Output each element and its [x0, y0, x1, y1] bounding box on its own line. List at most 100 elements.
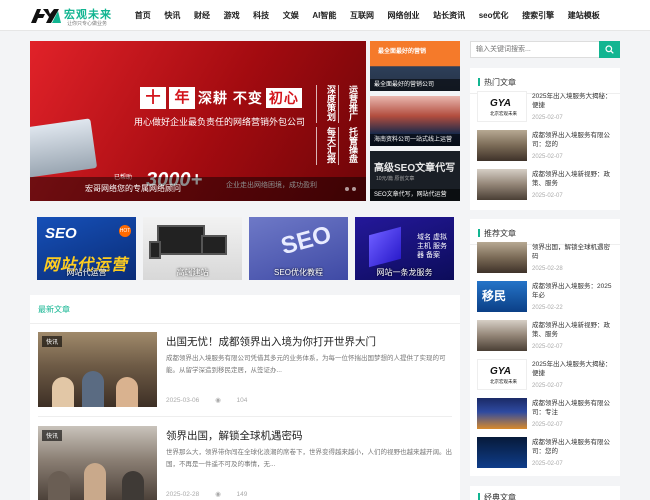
article-thumbnail[interactable] [477, 242, 527, 273]
divider [38, 416, 452, 417]
article-thumbnail[interactable] [477, 130, 527, 161]
article-date: 2025-02-22 [532, 305, 563, 311]
article-date: 2025-02-07 [532, 461, 563, 467]
nav-item-ai[interactable]: AI智能 [306, 0, 344, 31]
divider [30, 323, 460, 324]
thumb-logo-text: GYA [490, 366, 511, 377]
tile-caption: 最全面最好的营销公司 [370, 79, 460, 91]
article-thumbnail[interactable] [477, 320, 527, 351]
article-date: 2025-02-07 [532, 154, 563, 160]
nav-item-search-engine[interactable]: 搜索引擎 [515, 0, 561, 31]
article-thumbnail[interactable] [477, 437, 527, 468]
tablet-image [201, 235, 227, 255]
promo-caption: 网站代运营 [66, 268, 107, 277]
side-tile-marketing[interactable]: 最全面最好的营销 最全面最好的营销公司 [370, 41, 460, 91]
recommended-article-item[interactable]: 成都领界出入境服务有限公司：您的 2025-02-07 [477, 437, 617, 471]
tile-label: 最全面最好的营销 [378, 49, 427, 55]
thumb-logo-sub: 北京宏观未来 [490, 111, 517, 116]
article-title[interactable]: 2025年出入境服务大揭秘：便捷 [532, 92, 614, 110]
article-title[interactable]: 成都领界出入境新视野：政策、服务 [532, 170, 614, 188]
slide-services: 运营推广 托管操盘 深度策划 每天汇报 [316, 85, 360, 165]
hot-article-item[interactable]: 成都领界出入境新视野：政策、服务 2025-02-07 [477, 169, 617, 203]
article-thumbnail[interactable]: GYA 北京宏观未来 [477, 91, 527, 122]
article-thumbnail[interactable]: 移民 [477, 281, 527, 312]
article-title[interactable]: 成都领界出入境新视野：政策、服务 [532, 321, 614, 339]
article-title[interactable]: 成都领界出入境服务有限公司：您的 [532, 438, 614, 456]
nav-item-startup[interactable]: 网络创业 [381, 0, 427, 31]
hot-article-item[interactable]: 成都领界出入境服务有限公司：您的 2025-02-07 [477, 130, 617, 164]
person-figure [52, 377, 74, 407]
recommended-articles-panel: 推荐文章 领界出国，解锁全球机遇密码 2025-02-28 移民 成都领界出入境… [470, 219, 620, 476]
recommended-article-item[interactable]: 成都领界出入境服务有限公司：专注 2025-02-07 [477, 398, 617, 432]
nav-item-games[interactable]: 游戏 [217, 0, 247, 31]
article-thumbnail[interactable] [477, 398, 527, 429]
tile-caption: SEO文章代写，网站代运营 [370, 189, 460, 201]
article-title[interactable]: 领界出国，解锁全球机遇密码 [532, 243, 614, 261]
hot-badge: HOT [119, 225, 131, 237]
article-title[interactable]: 2025年出入境服务大揭秘：便捷 [532, 360, 614, 378]
hot-article-item[interactable]: GYA 北京宏观未来 2025年出入境服务大揭秘：便捷 2025-02-07 [477, 91, 617, 125]
slide-caption[interactable]: 宏哥网络您的专属网络顾问 [30, 177, 366, 201]
article-thumbnail[interactable]: 快讯 [38, 426, 157, 500]
thumb-logo-text: GYA [490, 98, 511, 109]
classic-articles-panel: 经典文章 [470, 486, 620, 500]
site-header: 宏观未来 让你只专心做业务 首页 快讯 财经 游戏 科技 文娱 AI智能 互联网… [0, 0, 650, 31]
article-date: 2025-02-07 [532, 422, 563, 428]
article-date: 2025-02-07 [532, 344, 563, 350]
article-item[interactable]: 快讯 领界出国，解锁全球机遇密码 世界那么大，领界带你闯在全球化浪潮的席卷下，世… [38, 426, 452, 500]
nav-item-news[interactable]: 快讯 [158, 0, 188, 31]
article-meta: 2025-02-28 ◉ 149 [166, 490, 247, 498]
search-button[interactable] [599, 41, 620, 58]
recommended-article-item[interactable]: 移民 成都领界出入境服务：2025年必 2025-02-22 [477, 281, 617, 315]
article-date: 2025-02-07 [532, 383, 563, 389]
slider-dot[interactable] [345, 187, 349, 191]
article-title[interactable]: 成都领界出入境服务有限公司：专注 [532, 399, 614, 417]
nav-item-entertainment[interactable]: 文娱 [276, 0, 306, 31]
promo-services-text: 域名 虚拟主机 服务器 备案 [417, 234, 447, 259]
article-date: 2025-02-07 [532, 193, 563, 199]
search-input[interactable] [471, 42, 599, 57]
article-title[interactable]: 领界出国，解锁全球机遇密码 [166, 428, 303, 443]
article-thumbnail[interactable] [477, 169, 527, 200]
person-figure [84, 463, 106, 500]
article-tag[interactable]: 快讯 [42, 336, 63, 347]
tile-caption: 海南资料公司一站式线上运营 [370, 134, 460, 146]
recommended-article-item[interactable]: 领界出国，解锁全球机遇密码 2025-02-28 [477, 242, 617, 276]
article-date: 2025-02-07 [532, 115, 563, 121]
article-title[interactable]: 成都领界出入境服务：2025年必 [532, 282, 614, 300]
nav-item-tech[interactable]: 科技 [246, 0, 276, 31]
promo-caption: 高端建站 [176, 268, 209, 277]
eye-icon: ◉ [215, 397, 221, 404]
article-thumbnail[interactable]: 快讯 [38, 332, 157, 407]
article-title[interactable]: 出国无忧！成都领界出入境为你打开世界大门 [166, 334, 376, 349]
recommended-article-item[interactable]: GYA 北京宏观未来 2025年出入境服务大揭秘：便捷 2025-02-07 [477, 359, 617, 393]
site-logo[interactable]: 宏观未来 让你只专心做业务 [30, 5, 111, 27]
side-tile-hainan[interactable]: 海南资料公司一站式线上运营 [370, 96, 460, 146]
article-tag[interactable]: 快讯 [42, 430, 63, 441]
nav-item-home[interactable]: 首页 [128, 0, 158, 31]
side-tile-seo-writing[interactable]: 高级SEO文章代写 10元/篇 原创文章 SEO文章代写，网站代运营 [370, 151, 460, 201]
article-item[interactable]: 快讯 出国无忧！成都领界出入境为你打开世界大门 成都领界出入境服务有限公司凭借其… [38, 332, 452, 416]
article-date: 2025-02-28 [532, 266, 563, 272]
thumb-logo-sub: 北京宏观未来 [490, 379, 517, 384]
promo-site-operation[interactable]: SEO HOT 网站代运营 网站代运营 [37, 217, 136, 280]
article-title[interactable]: 成都领界出入境服务有限公司：您的 [532, 131, 614, 149]
logo-mark-icon [31, 9, 61, 23]
monitor-image [157, 225, 205, 255]
nav-item-finance[interactable]: 财经 [187, 0, 217, 31]
nav-item-internet[interactable]: 互联网 [343, 0, 381, 31]
nav-item-seo[interactable]: seo优化 [472, 0, 515, 31]
person-figure [122, 471, 144, 500]
article-thumbnail[interactable]: GYA 北京宏观未来 [477, 359, 527, 390]
recommended-article-item[interactable]: 成都领界出入境新视野：政策、服务 2025-02-07 [477, 320, 617, 354]
nav-item-webmaster[interactable]: 站长资讯 [426, 0, 472, 31]
promo-seo-tutorial[interactable]: SEO SEO优化教程 [249, 217, 348, 280]
hero-slider[interactable]: 十 年 深耕 不变 初心 用心做好企业最负责任的网络营销外包公司 已帮助 3000… [30, 41, 366, 201]
slider-dot[interactable] [352, 187, 356, 191]
nav-item-templates[interactable]: 建站模板 [561, 0, 607, 31]
slide-badge-ten: 十 [140, 87, 166, 109]
promo-site-building[interactable]: 高端建站 [143, 217, 242, 280]
promo-one-stop-service[interactable]: 域名 虚拟主机 服务器 备案 网站一条龙服务 [355, 217, 454, 280]
article-views: ◉ 104 [215, 397, 247, 404]
main-nav: 首页 快讯 财经 游戏 科技 文娱 AI智能 互联网 网络创业 站长资讯 seo… [128, 0, 607, 31]
